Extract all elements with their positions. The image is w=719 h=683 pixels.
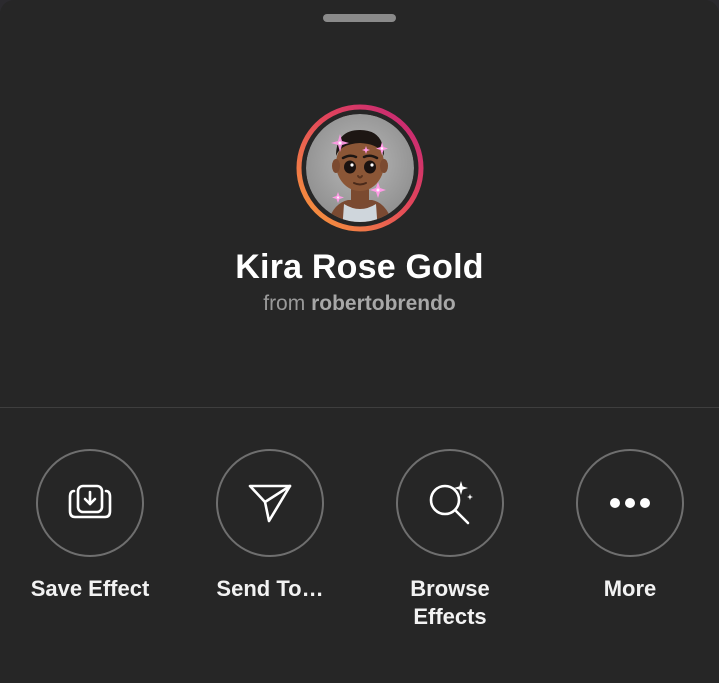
effect-avatar[interactable]	[296, 104, 424, 232]
effect-avatar-image	[296, 104, 424, 232]
effect-title: Kira Rose Gold	[235, 248, 484, 286]
save-effect-icon	[68, 484, 112, 519]
browse-effects-icon	[429, 481, 473, 525]
browse-effects-circle[interactable]	[396, 449, 504, 557]
effect-attribution: from robertobrendo	[0, 292, 719, 316]
more-icon	[610, 498, 650, 508]
attribution-prefix: from	[263, 292, 306, 315]
send-icon	[248, 484, 292, 523]
save-effect-circle[interactable]	[36, 449, 144, 557]
save-effect-button[interactable]: Save Effect	[15, 449, 165, 603]
more-circle[interactable]	[576, 449, 684, 557]
browse-effects-label: Browse Effects	[410, 576, 490, 629]
sheet-drag-handle[interactable]	[323, 14, 396, 22]
more-label: More	[603, 576, 657, 601]
send-to-label: Send To…	[216, 576, 324, 601]
browse-effects-button[interactable]: Browse Effects	[375, 449, 525, 631]
effect-bottom-sheet: Kira Rose Gold from robertobrendo Save E…	[0, 0, 719, 683]
effect-author-link[interactable]: robertobrendo	[311, 292, 456, 315]
more-button[interactable]: More	[555, 449, 705, 603]
send-to-button[interactable]: Send To…	[195, 449, 345, 603]
send-to-circle[interactable]	[216, 449, 324, 557]
sheet-divider	[0, 407, 719, 408]
save-effect-label: Save Effect	[30, 576, 150, 601]
